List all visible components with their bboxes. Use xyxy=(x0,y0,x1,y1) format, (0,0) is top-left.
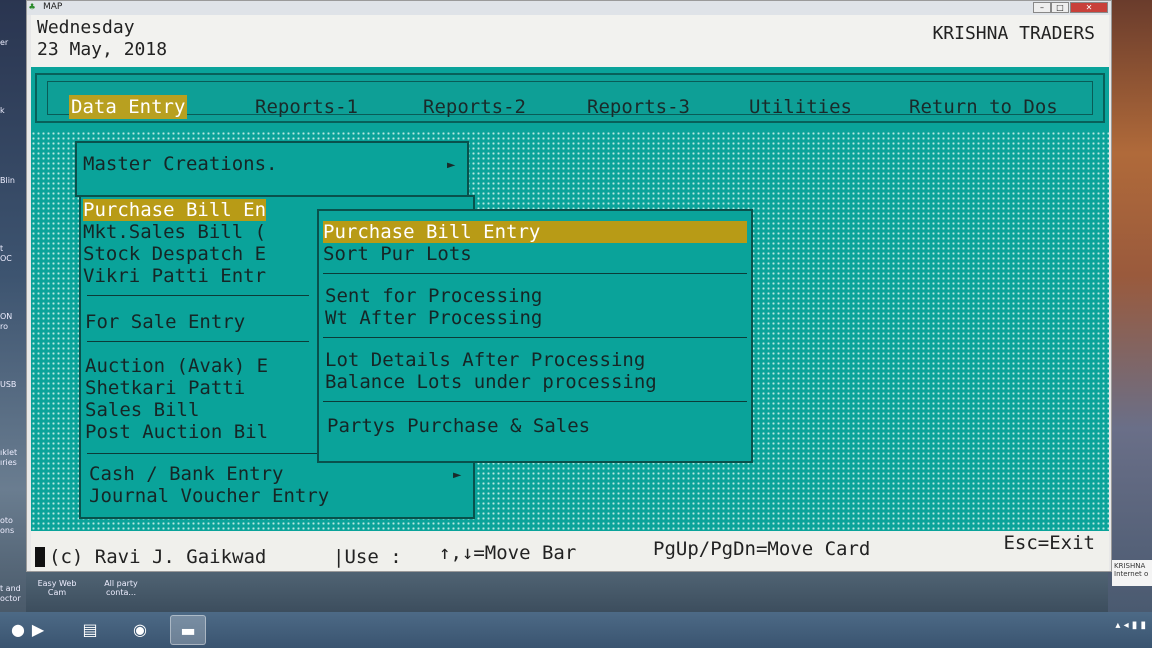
desktop-icon-label[interactable]: t and xyxy=(0,584,26,593)
menu-item-purchase-bill[interactable]: Purchase Bill En xyxy=(83,199,267,221)
desktop-icon-label[interactable]: ıries xyxy=(0,458,26,467)
taskbar: ● ▶ ▤ ◉ ▬ ▴ ◂ ▮ ▮ xyxy=(0,612,1152,648)
header-date: 23 May, 2018 xyxy=(37,39,168,60)
menu-item-sales-bill[interactable]: Sales Bill xyxy=(85,399,199,421)
console-taskbar-icon[interactable]: ▬ xyxy=(170,615,206,645)
notification-popup[interactable]: KRISHNA Internet o xyxy=(1112,560,1152,586)
cursor-block xyxy=(35,547,45,567)
status-move-card: PgUp/PgDn=Move Card xyxy=(653,538,871,560)
desktop-right-edge xyxy=(1108,0,1152,612)
file-explorer-icon[interactable]: ▤ xyxy=(72,615,108,645)
menu-divider xyxy=(323,401,747,402)
title-bar[interactable]: ♣ MAP – □ ✕ xyxy=(27,1,1111,15)
desktop-icon-label[interactable]: USB xyxy=(0,380,26,389)
status-copyright: (c) Ravi J. Gaikwad xyxy=(49,546,267,568)
submenu-wt-after-processing[interactable]: Wt After Processing xyxy=(325,307,542,329)
menu-item-master-creations[interactable]: Master Creations. xyxy=(83,153,277,175)
desktop-icon-label[interactable]: oto xyxy=(0,516,26,525)
menu-reports-3[interactable]: Reports-3 xyxy=(585,95,692,119)
submenu-sent-for-processing[interactable]: Sent for Processing xyxy=(325,285,542,307)
submenu-partys-purchase-sales[interactable]: Partys Purchase & Sales xyxy=(327,415,590,437)
submenu-purchase-bill-entry[interactable]: Purchase Bill Entry xyxy=(323,221,747,243)
desktop-icon-label[interactable]: k xyxy=(0,106,26,115)
menu-return-to-dos[interactable]: Return to Dos xyxy=(907,95,1060,119)
window-title: MAP xyxy=(43,2,63,12)
menu-item-journal-voucher[interactable]: Journal Voucher Entry xyxy=(89,485,329,507)
menu-item-mkt-sales-bill[interactable]: Mkt.Sales Bill ( xyxy=(83,221,266,243)
menu-utilities[interactable]: Utilities xyxy=(747,95,854,119)
header-day: Wednesday xyxy=(37,17,135,38)
menu-divider xyxy=(323,337,747,338)
menu-reports-1[interactable]: Reports-1 xyxy=(253,95,360,119)
menu-item-cash-bank-entry[interactable]: Cash / Bank Entry xyxy=(89,463,283,485)
desktop-icon-label[interactable]: octor xyxy=(0,594,26,603)
menu-item-shetkari-patti[interactable]: Shetkari Patti xyxy=(85,377,245,399)
menu-item-auction-avak[interactable]: Auction (Avak) E xyxy=(85,355,268,377)
media-player-icon[interactable]: ▶ xyxy=(20,615,56,645)
status-use: |Use : xyxy=(333,546,402,568)
submenu-lot-details[interactable]: Lot Details After Processing xyxy=(325,349,645,371)
console-window: ♣ MAP – □ ✕ Wednesday 23 May, 2018 KRISH… xyxy=(26,0,1112,572)
status-exit: Esc=Exit xyxy=(1003,532,1095,554)
submenu-arrow-icon: ► xyxy=(447,157,456,173)
menu-divider xyxy=(87,341,309,342)
menu-item-vikri-patti[interactable]: Vikri Patti Entr xyxy=(83,265,266,287)
master-panel: Master Creations. ► xyxy=(75,141,469,197)
menu-divider xyxy=(323,273,747,274)
desktop-icon-label[interactable]: ro xyxy=(0,322,26,331)
menu-item-for-sale-entry[interactable]: For Sale Entry xyxy=(85,311,245,333)
menu-reports-2[interactable]: Reports-2 xyxy=(421,95,528,119)
submenu-arrow-icon: ► xyxy=(453,467,462,483)
status-bar: (c) Ravi J. Gaikwad |Use : ↑,↓=Move Bar … xyxy=(31,531,1109,571)
desktop-bottom-icons: Easy Web Cam All party conta... xyxy=(26,575,186,611)
desktop-icon-label[interactable]: ons xyxy=(0,526,26,535)
maximize-button[interactable]: □ xyxy=(1051,2,1069,13)
desktop-icon-label[interactable]: ıklet xyxy=(0,448,26,457)
menu-item-post-auction-bill[interactable]: Post Auction Bil xyxy=(85,421,268,443)
menu-divider xyxy=(87,295,309,296)
menu-item-stock-despatch[interactable]: Stock Despatch E xyxy=(83,243,266,265)
header-band: Wednesday 23 May, 2018 KRISHNA TRADERS xyxy=(31,15,1109,67)
console-screen: Wednesday 23 May, 2018 KRISHNA TRADERS D… xyxy=(31,15,1109,571)
submenu-balance-lots[interactable]: Balance Lots under processing xyxy=(325,371,657,393)
main-menu-bar: Data Entry Reports-1 Reports-2 Reports-3… xyxy=(35,73,1105,123)
minimize-button[interactable]: – xyxy=(1033,2,1051,13)
desktop-icon-label[interactable]: Blin xyxy=(0,176,26,185)
system-tray-icons[interactable]: ▴ ◂ ▮ ▮ xyxy=(1115,620,1146,631)
desktop-icon-label[interactable]: OC xyxy=(0,254,26,263)
chrome-icon[interactable]: ◉ xyxy=(122,615,158,645)
desktop-left-edge: er k Blin t OC ON ro USB ıklet ıries oto… xyxy=(0,0,26,612)
desktop-icon-label[interactable]: ON xyxy=(0,312,26,321)
submenu-sort-pur-lots[interactable]: Sort Pur Lots xyxy=(323,243,472,265)
desktop-icon-easy-web-cam[interactable]: Easy Web Cam xyxy=(32,579,82,597)
app-icon: ♣ xyxy=(29,2,36,13)
close-button[interactable]: ✕ xyxy=(1070,2,1108,13)
desktop-icon-label[interactable]: t xyxy=(0,244,26,253)
menu-data-entry[interactable]: Data Entry xyxy=(69,95,188,119)
header-company: KRISHNA TRADERS xyxy=(932,23,1095,44)
desktop-icon-all-party[interactable]: All party conta... xyxy=(96,579,146,597)
purchase-submenu: Purchase Bill Entry Sort Pur Lots Sent f… xyxy=(317,209,753,463)
desktop-icon-label[interactable]: er xyxy=(0,38,26,47)
status-move-bar: ↑,↓=Move Bar xyxy=(439,542,577,564)
